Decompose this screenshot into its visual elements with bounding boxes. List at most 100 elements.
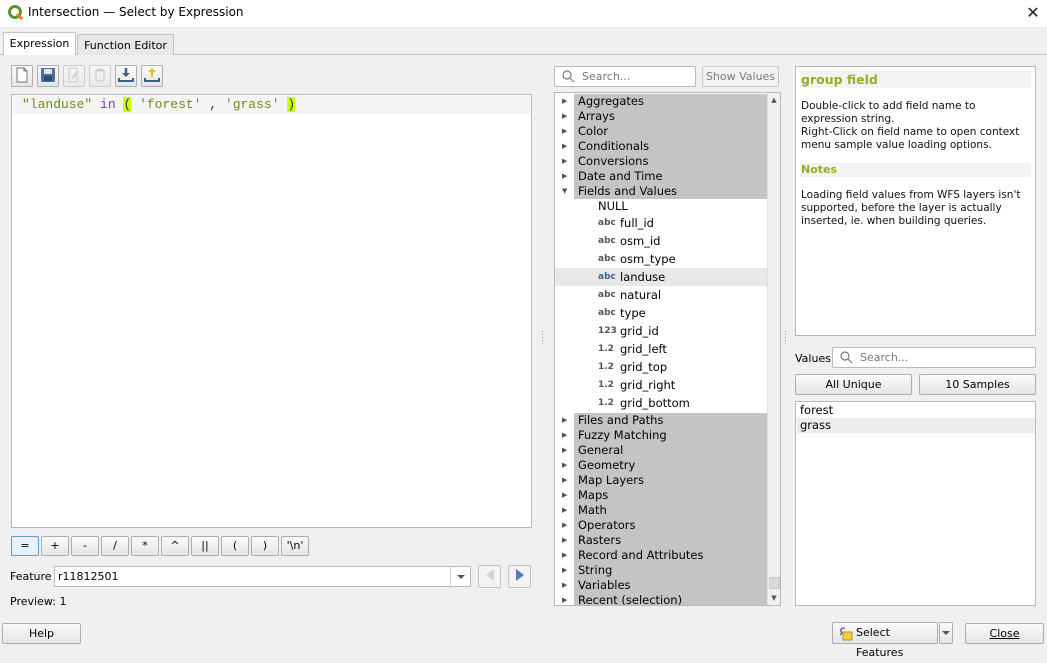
scroll-down-icon[interactable]: ▼: [768, 591, 780, 605]
group-label: Variables: [578, 578, 631, 592]
tree-scrollbar[interactable]: ▲ ▼: [767, 93, 780, 605]
field-item[interactable]: 1.2 grid_right: [555, 376, 767, 394]
previous-feature-button[interactable]: [478, 565, 501, 588]
expand-arrow-right-icon[interactable]: ▶: [562, 548, 570, 563]
new-file-button[interactable]: [11, 65, 33, 87]
expand-arrow-right-icon[interactable]: ▶: [562, 488, 570, 503]
export-icon: [144, 67, 160, 86]
operator-multiply-button[interactable]: *: [131, 536, 159, 556]
function-group[interactable]: ▶ General: [555, 443, 767, 458]
value-item[interactable]: grass: [797, 418, 1035, 433]
function-group[interactable]: ▶ String: [555, 563, 767, 578]
expand-arrow-right-icon[interactable]: ▶: [562, 139, 570, 154]
operator-open-paren-button[interactable]: (: [221, 536, 249, 556]
field-item-null[interactable]: NULL: [555, 199, 767, 214]
expand-arrow-right-icon[interactable]: ▶: [562, 443, 570, 458]
expand-arrow-right-icon[interactable]: ▶: [562, 563, 570, 578]
operator-plus-button[interactable]: +: [41, 536, 69, 556]
select-features-button[interactable]: Select Features: [832, 622, 938, 659]
function-group[interactable]: ▶ Geometry: [555, 458, 767, 473]
operator-close-paren-button[interactable]: ): [251, 536, 279, 556]
expand-arrow-right-icon[interactable]: ▶: [562, 473, 570, 488]
field-item[interactable]: 123 grid_id: [555, 322, 767, 340]
expand-arrow-right-icon[interactable]: ▶: [562, 109, 570, 124]
select-features-label: Select Features: [856, 626, 904, 659]
value-item[interactable]: forest: [797, 403, 1035, 418]
function-group[interactable]: ▶ Rasters: [555, 533, 767, 548]
window-close-icon[interactable]: ✕: [1022, 3, 1044, 23]
expand-arrow-right-icon[interactable]: ▶: [562, 518, 570, 533]
function-group[interactable]: ▶ Arrays: [555, 109, 767, 124]
feature-combobox[interactable]: r11812501: [54, 566, 471, 587]
edit-button[interactable]: [63, 65, 85, 87]
scrollbar-thumb[interactable]: [769, 577, 780, 589]
expand-arrow-right-icon[interactable]: ▶: [562, 154, 570, 169]
chevron-down-icon[interactable]: [450, 567, 470, 586]
expand-arrow-right-icon[interactable]: ▶: [562, 593, 570, 605]
function-tree[interactable]: ▶ Aggregates ▶ Arrays ▶ Color ▶ Conditionals ▶ Co…: [554, 92, 781, 606]
operator-newline-button[interactable]: '\n': [281, 536, 309, 556]
field-item[interactable]: 1.2 grid_bottom: [555, 394, 767, 412]
function-search-input[interactable]: Search...: [554, 66, 696, 87]
expression-token-plain: [131, 97, 139, 112]
function-group[interactable]: ▶ Math: [555, 503, 767, 518]
next-feature-button[interactable]: [508, 565, 531, 588]
field-item[interactable]: abc type: [555, 304, 767, 322]
values-search-input[interactable]: Search...: [832, 347, 1036, 368]
function-group[interactable]: ▶ Maps: [555, 488, 767, 503]
splitter-handle[interactable]: [784, 330, 787, 344]
function-group[interactable]: ▶ Recent (selection): [555, 593, 767, 605]
function-group[interactable]: ▶ Variables: [555, 578, 767, 593]
save-button[interactable]: [37, 65, 59, 87]
expression-editor[interactable]: "landuse" in ( 'forest' , 'grass' ): [11, 94, 532, 528]
scroll-up-icon[interactable]: ▲: [768, 93, 780, 107]
function-group[interactable]: ▶ Files and Paths: [555, 413, 767, 428]
tab-function-editor[interactable]: Function Editor: [77, 34, 174, 55]
field-item[interactable]: abc landuse: [555, 268, 767, 286]
operator-minus-button[interactable]: -: [71, 536, 99, 556]
operator-power-button[interactable]: ^: [161, 536, 189, 556]
expand-arrow-down-icon[interactable]: ▼: [562, 184, 570, 199]
function-group[interactable]: ▶ Map Layers: [555, 473, 767, 488]
show-values-button[interactable]: Show Values: [702, 66, 779, 87]
tab-expression[interactable]: Expression: [3, 32, 76, 55]
export-button[interactable]: [141, 65, 163, 87]
expand-arrow-right-icon[interactable]: ▶: [562, 503, 570, 518]
delete-button[interactable]: [89, 65, 111, 87]
splitter-handle[interactable]: [541, 330, 544, 344]
expand-arrow-right-icon[interactable]: ▶: [562, 413, 570, 428]
all-unique-button[interactable]: All Unique: [795, 374, 912, 395]
close-button[interactable]: Close: [965, 623, 1044, 644]
function-group[interactable]: ▶ Aggregates: [555, 94, 767, 109]
operator-equals-button[interactable]: =: [11, 536, 39, 556]
import-button[interactable]: [115, 65, 137, 87]
function-group[interactable]: ▶ Date and Time: [555, 169, 767, 184]
function-group[interactable]: ▶ Record and Attributes: [555, 548, 767, 563]
select-features-menu-button[interactable]: [939, 622, 953, 644]
help-button[interactable]: Help: [2, 623, 81, 644]
field-item[interactable]: 1.2 grid_left: [555, 340, 767, 358]
operator-concat-button[interactable]: ||: [191, 536, 219, 556]
function-group[interactable]: ▶ Conversions: [555, 154, 767, 169]
operator-divide-button[interactable]: /: [101, 536, 129, 556]
expand-arrow-right-icon[interactable]: ▶: [562, 578, 570, 593]
expand-arrow-right-icon[interactable]: ▶: [562, 428, 570, 443]
function-group[interactable]: ▶ Operators: [555, 518, 767, 533]
expand-arrow-right-icon[interactable]: ▶: [562, 458, 570, 473]
field-item[interactable]: abc full_id: [555, 214, 767, 232]
expand-arrow-right-icon[interactable]: ▶: [562, 94, 570, 109]
field-item[interactable]: abc osm_id: [555, 232, 767, 250]
values-list[interactable]: forest grass: [795, 401, 1036, 606]
field-item[interactable]: abc natural: [555, 286, 767, 304]
expand-arrow-right-icon[interactable]: ▶: [562, 124, 570, 139]
field-item[interactable]: 1.2 grid_top: [555, 358, 767, 376]
expand-arrow-right-icon[interactable]: ▶: [562, 169, 570, 184]
function-group[interactable]: ▼ Fields and Values: [555, 184, 767, 199]
function-group[interactable]: ▶ Conditionals: [555, 139, 767, 154]
help-text-2: Right-Click on field name to open contex…: [801, 126, 1020, 151]
expand-arrow-right-icon[interactable]: ▶: [562, 533, 570, 548]
function-group[interactable]: ▶ Fuzzy Matching: [555, 428, 767, 443]
field-item[interactable]: abc osm_type: [555, 250, 767, 268]
ten-samples-button[interactable]: 10 Samples: [919, 374, 1036, 395]
function-group[interactable]: ▶ Color: [555, 124, 767, 139]
